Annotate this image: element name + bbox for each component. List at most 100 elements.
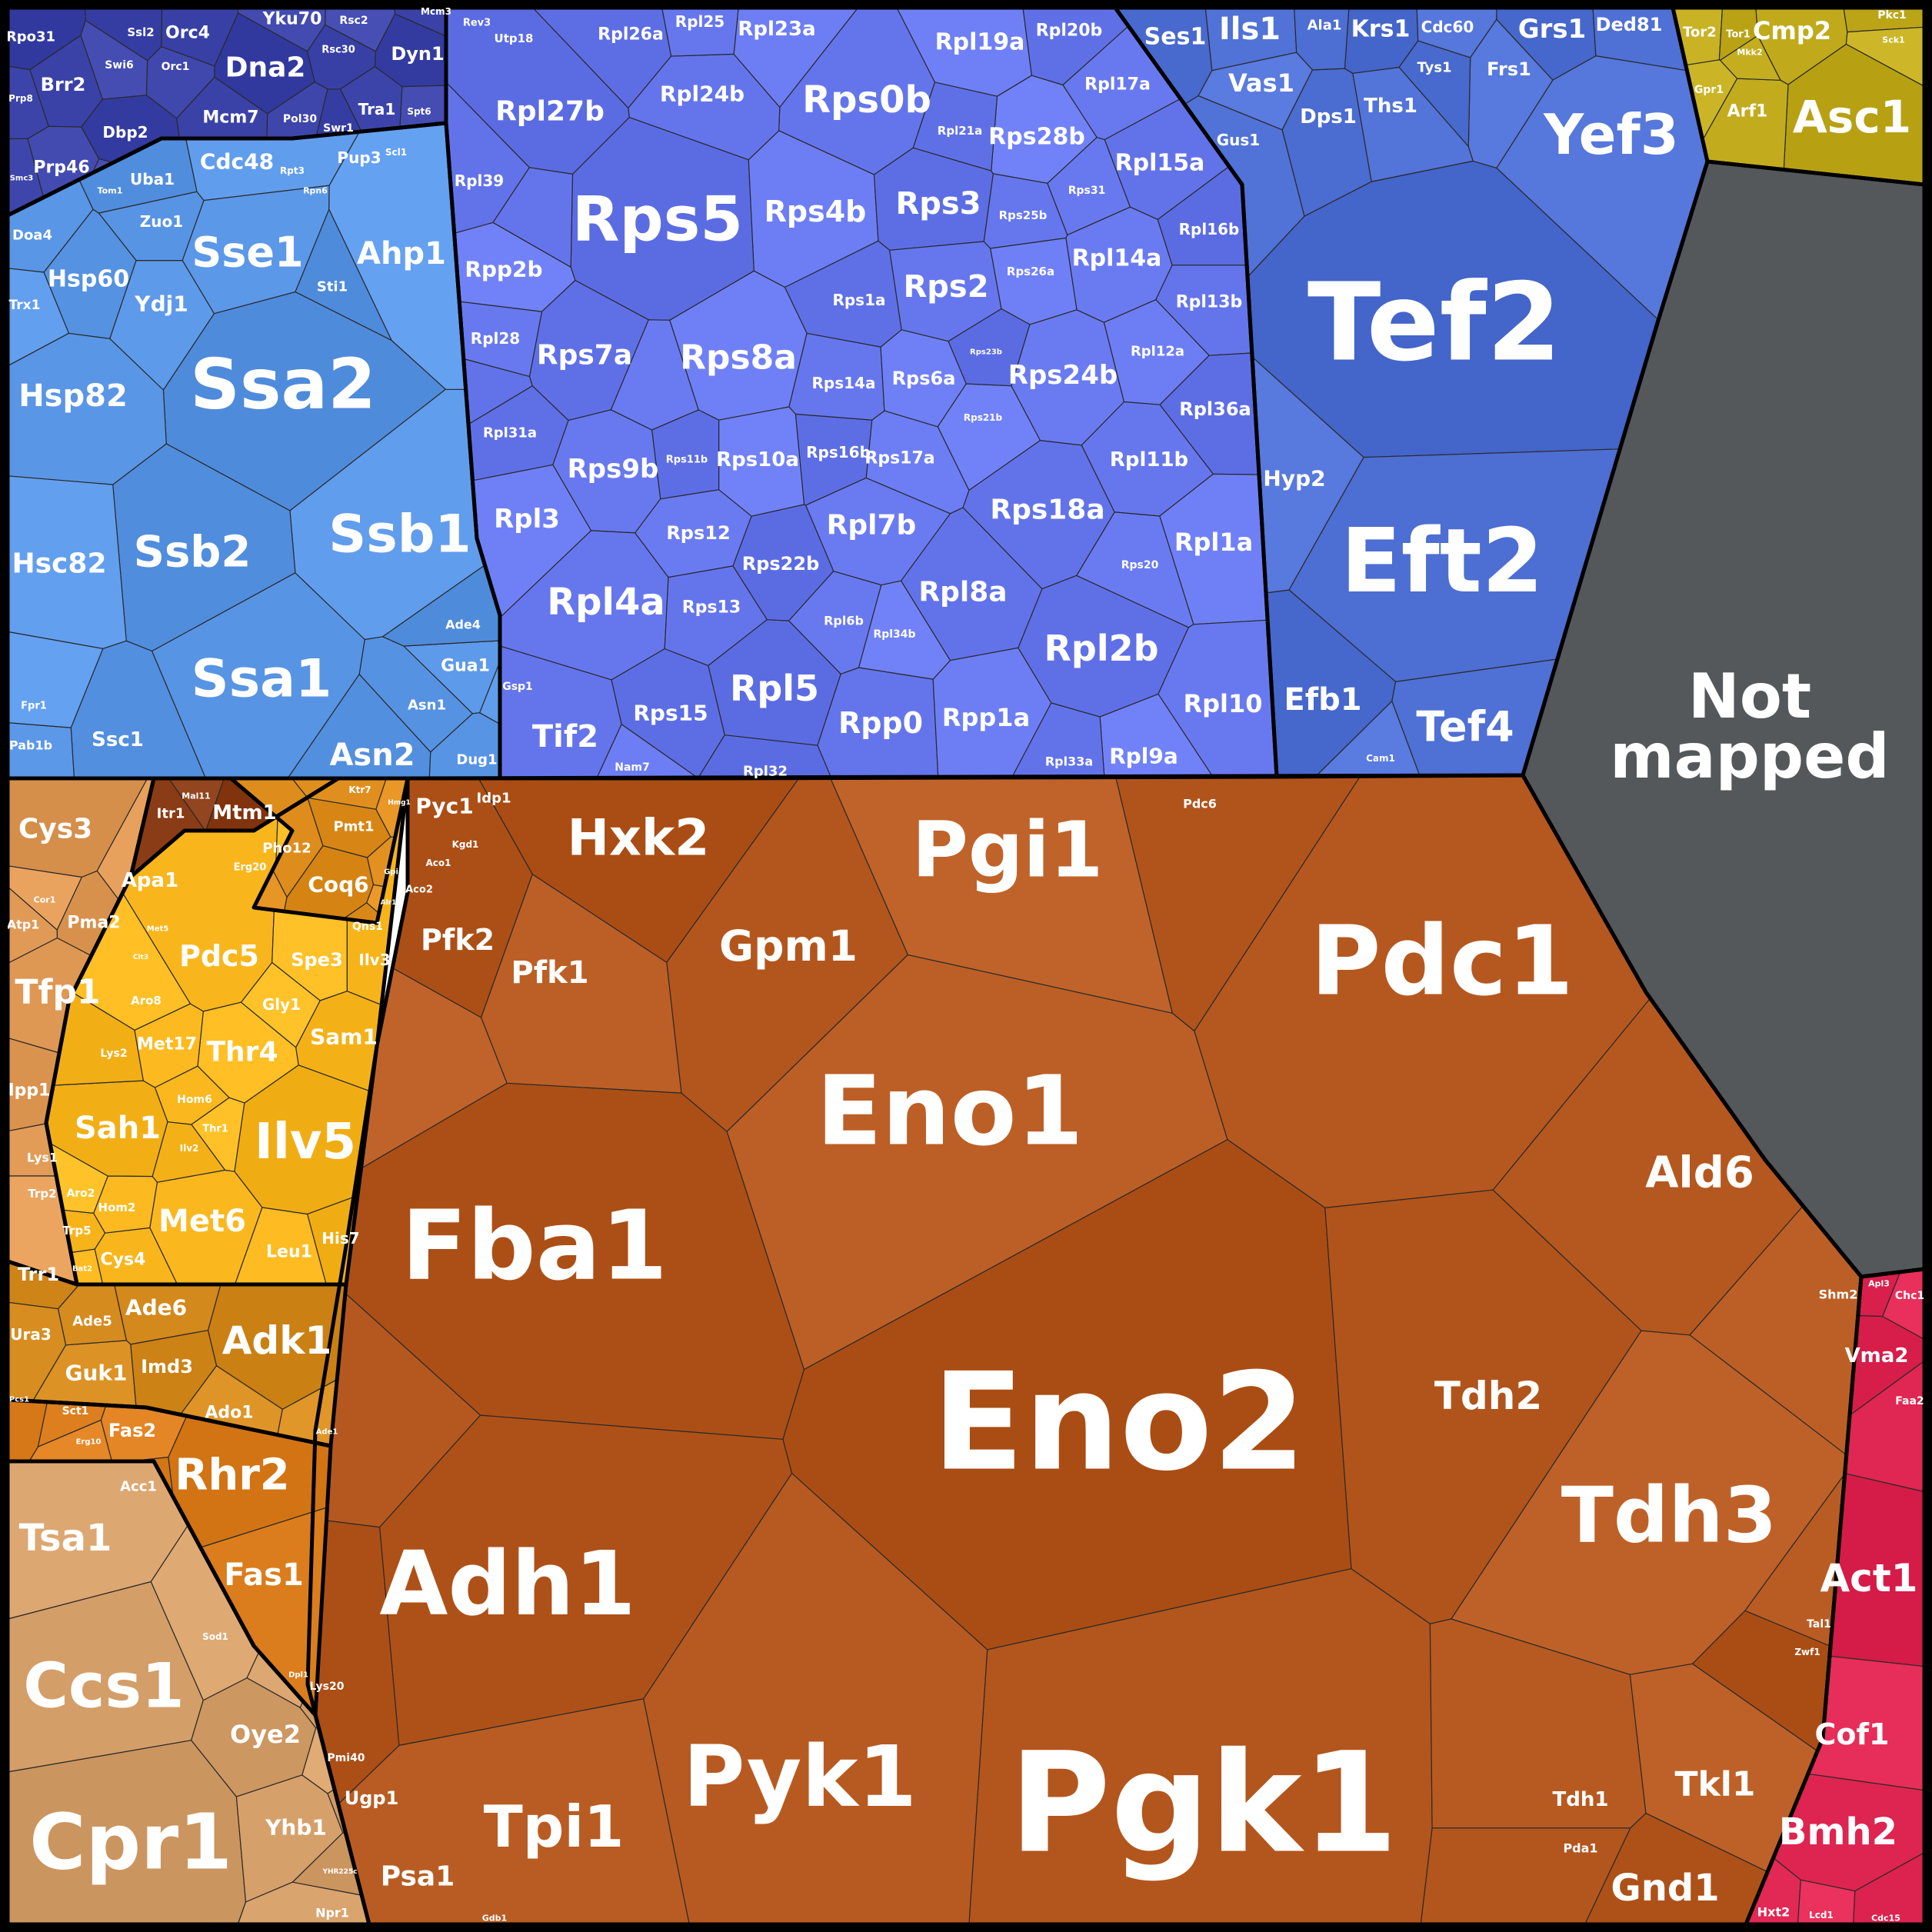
label-aro8: Aro8 — [131, 994, 162, 1008]
label-swr1: Swr1 — [323, 122, 354, 135]
label-imd3: Imd3 — [141, 1356, 193, 1377]
label-yhr225c: YHR225c — [321, 1868, 357, 1876]
label-cdc60: Cdc60 — [1421, 18, 1474, 36]
label-eno2: Eno2 — [932, 1345, 1306, 1501]
label-hxk2: Hxk2 — [568, 810, 710, 868]
label-uba1: Uba1 — [130, 170, 175, 188]
label-dpl1: Dpl1 — [288, 1671, 308, 1680]
label-rpl28: Rpl28 — [471, 329, 520, 348]
label-rps22b: Rps22b — [742, 553, 820, 575]
label-prp46: Prp46 — [33, 158, 89, 178]
label-ade6: Ade6 — [125, 1295, 187, 1321]
label-rpl15a: Rpl15a — [1115, 150, 1205, 177]
label-ses1: Ses1 — [1144, 24, 1207, 51]
label-dps1: Dps1 — [1300, 105, 1357, 128]
label-met5: Met5 — [147, 925, 169, 934]
label-rps6a: Rps6a — [892, 368, 956, 389]
label-mcm7: Mcm7 — [202, 108, 258, 128]
label-lys20: Lys20 — [310, 1681, 345, 1693]
label-utp18: Utp18 — [495, 32, 534, 45]
label-pfk1: Pfk1 — [511, 955, 588, 991]
label-adh1: Adh1 — [379, 1533, 635, 1636]
label-rps15: Rps15 — [633, 701, 708, 726]
label-tef4: Tef4 — [1416, 703, 1514, 751]
label-tdh3: Tdh3 — [1561, 1471, 1777, 1561]
label-pyc1: Pyc1 — [415, 794, 473, 819]
label-ilv3: Ilv3 — [358, 951, 390, 969]
label-spe3: Spe3 — [291, 949, 342, 971]
label-rpt3: Rpt3 — [280, 165, 305, 176]
label-arf1: Arf1 — [1727, 102, 1768, 122]
label-vma2: Vma2 — [1845, 1344, 1909, 1367]
label-hsp82: Hsp82 — [18, 378, 128, 414]
label-rps23b: Rps23b — [970, 348, 1002, 357]
label-rps20: Rps20 — [1121, 559, 1159, 571]
label-ssb2: Ssb2 — [134, 528, 251, 578]
label-tef2: Tef2 — [1307, 261, 1561, 386]
label-gdb1: Gdb1 — [482, 1914, 507, 1924]
label-rpl4a: Rpl4a — [547, 581, 665, 624]
label-itr1: Itr1 — [157, 806, 185, 822]
label-scl1: Scl1 — [385, 147, 407, 158]
label-gsp1: Gsp1 — [502, 681, 533, 693]
label-fas1: Fas1 — [224, 1557, 304, 1593]
label-sod1: Sod1 — [202, 1631, 228, 1642]
label-prp8: Prp8 — [8, 93, 33, 104]
label-rps14a: Rps14a — [812, 374, 876, 392]
label-hom6: Hom6 — [177, 1094, 212, 1106]
label-hmg1: Hmg1 — [388, 799, 411, 807]
label-met6: Met6 — [158, 1204, 246, 1239]
label-erg10: Erg10 — [76, 1438, 102, 1447]
label-dug1: Dug1 — [456, 752, 497, 768]
label-ilv5: Ilv5 — [255, 1114, 356, 1171]
label-cof1: Cof1 — [1815, 1717, 1890, 1751]
label-zwf1: Zwf1 — [1794, 1647, 1820, 1657]
label-vas1: Vas1 — [1228, 68, 1294, 98]
label-smc3: Smc3 — [10, 175, 34, 183]
label-chc1: Chc1 — [1895, 1290, 1924, 1302]
label-doa4: Doa4 — [12, 228, 52, 244]
label-pma2: Pma2 — [67, 914, 120, 933]
label-tsa1: Tsa1 — [19, 1517, 112, 1560]
label-tra1: Tra1 — [358, 100, 396, 118]
label-fpr1: Fpr1 — [21, 701, 47, 712]
label-ipp1: Ipp1 — [8, 1081, 51, 1101]
label-mal11: Mal11 — [182, 791, 210, 801]
label-ald6: Ald6 — [1645, 1148, 1754, 1198]
label-rps2: Rps2 — [903, 269, 988, 305]
label-kgd1: Kgd1 — [452, 839, 479, 850]
label-aco1: Aco1 — [426, 858, 451, 868]
label-cpr1: Cpr1 — [29, 1797, 232, 1887]
label-rpl3: Rpl3 — [494, 504, 560, 535]
label-rpp0: Rpp0 — [838, 706, 923, 740]
label-pab1b: Pab1b — [9, 738, 52, 753]
label-ccs1: Ccs1 — [23, 1651, 184, 1722]
label-rpl26a: Rpl26a — [598, 25, 664, 45]
label-rps4b: Rps4b — [764, 195, 867, 228]
label-hxt2: Hxt2 — [1757, 1905, 1790, 1920]
label-yef3: Yef3 — [1543, 102, 1679, 167]
label-sti1: Sti1 — [317, 279, 348, 295]
label-gus1: Gus1 — [1217, 131, 1260, 149]
label-hyp2: Hyp2 — [1263, 466, 1325, 491]
label-tys1: Tys1 — [1417, 60, 1451, 76]
label-frs1: Frs1 — [1487, 58, 1531, 80]
label-bat2: Bat2 — [72, 1265, 92, 1274]
label-ade4: Ade4 — [445, 618, 481, 632]
label-npr1: Npr1 — [315, 1906, 349, 1920]
label-aro2: Aro2 — [66, 1188, 95, 1200]
label-idp1: Idp1 — [477, 791, 511, 807]
label-rps13: Rps13 — [682, 598, 741, 618]
label-rps12: Rps12 — [666, 522, 730, 544]
label-pcs1: Pcs1 — [9, 1396, 29, 1404]
label-cdc15: Cdc15 — [1871, 1914, 1900, 1924]
label-rps21b: Rps21b — [964, 412, 1003, 423]
label-rps5: Rps5 — [572, 184, 743, 255]
label-pyk1: Pyk1 — [683, 1727, 917, 1826]
label-coq6: Coq6 — [308, 872, 368, 898]
label-lys2: Lys2 — [100, 1048, 127, 1060]
label-pdc1: Pdc1 — [1311, 906, 1574, 1018]
label-rpp2b: Rpp2b — [465, 257, 542, 282]
label-ugp1: Ugp1 — [345, 1787, 399, 1809]
label-rpl11b: Rpl11b — [1110, 448, 1188, 471]
